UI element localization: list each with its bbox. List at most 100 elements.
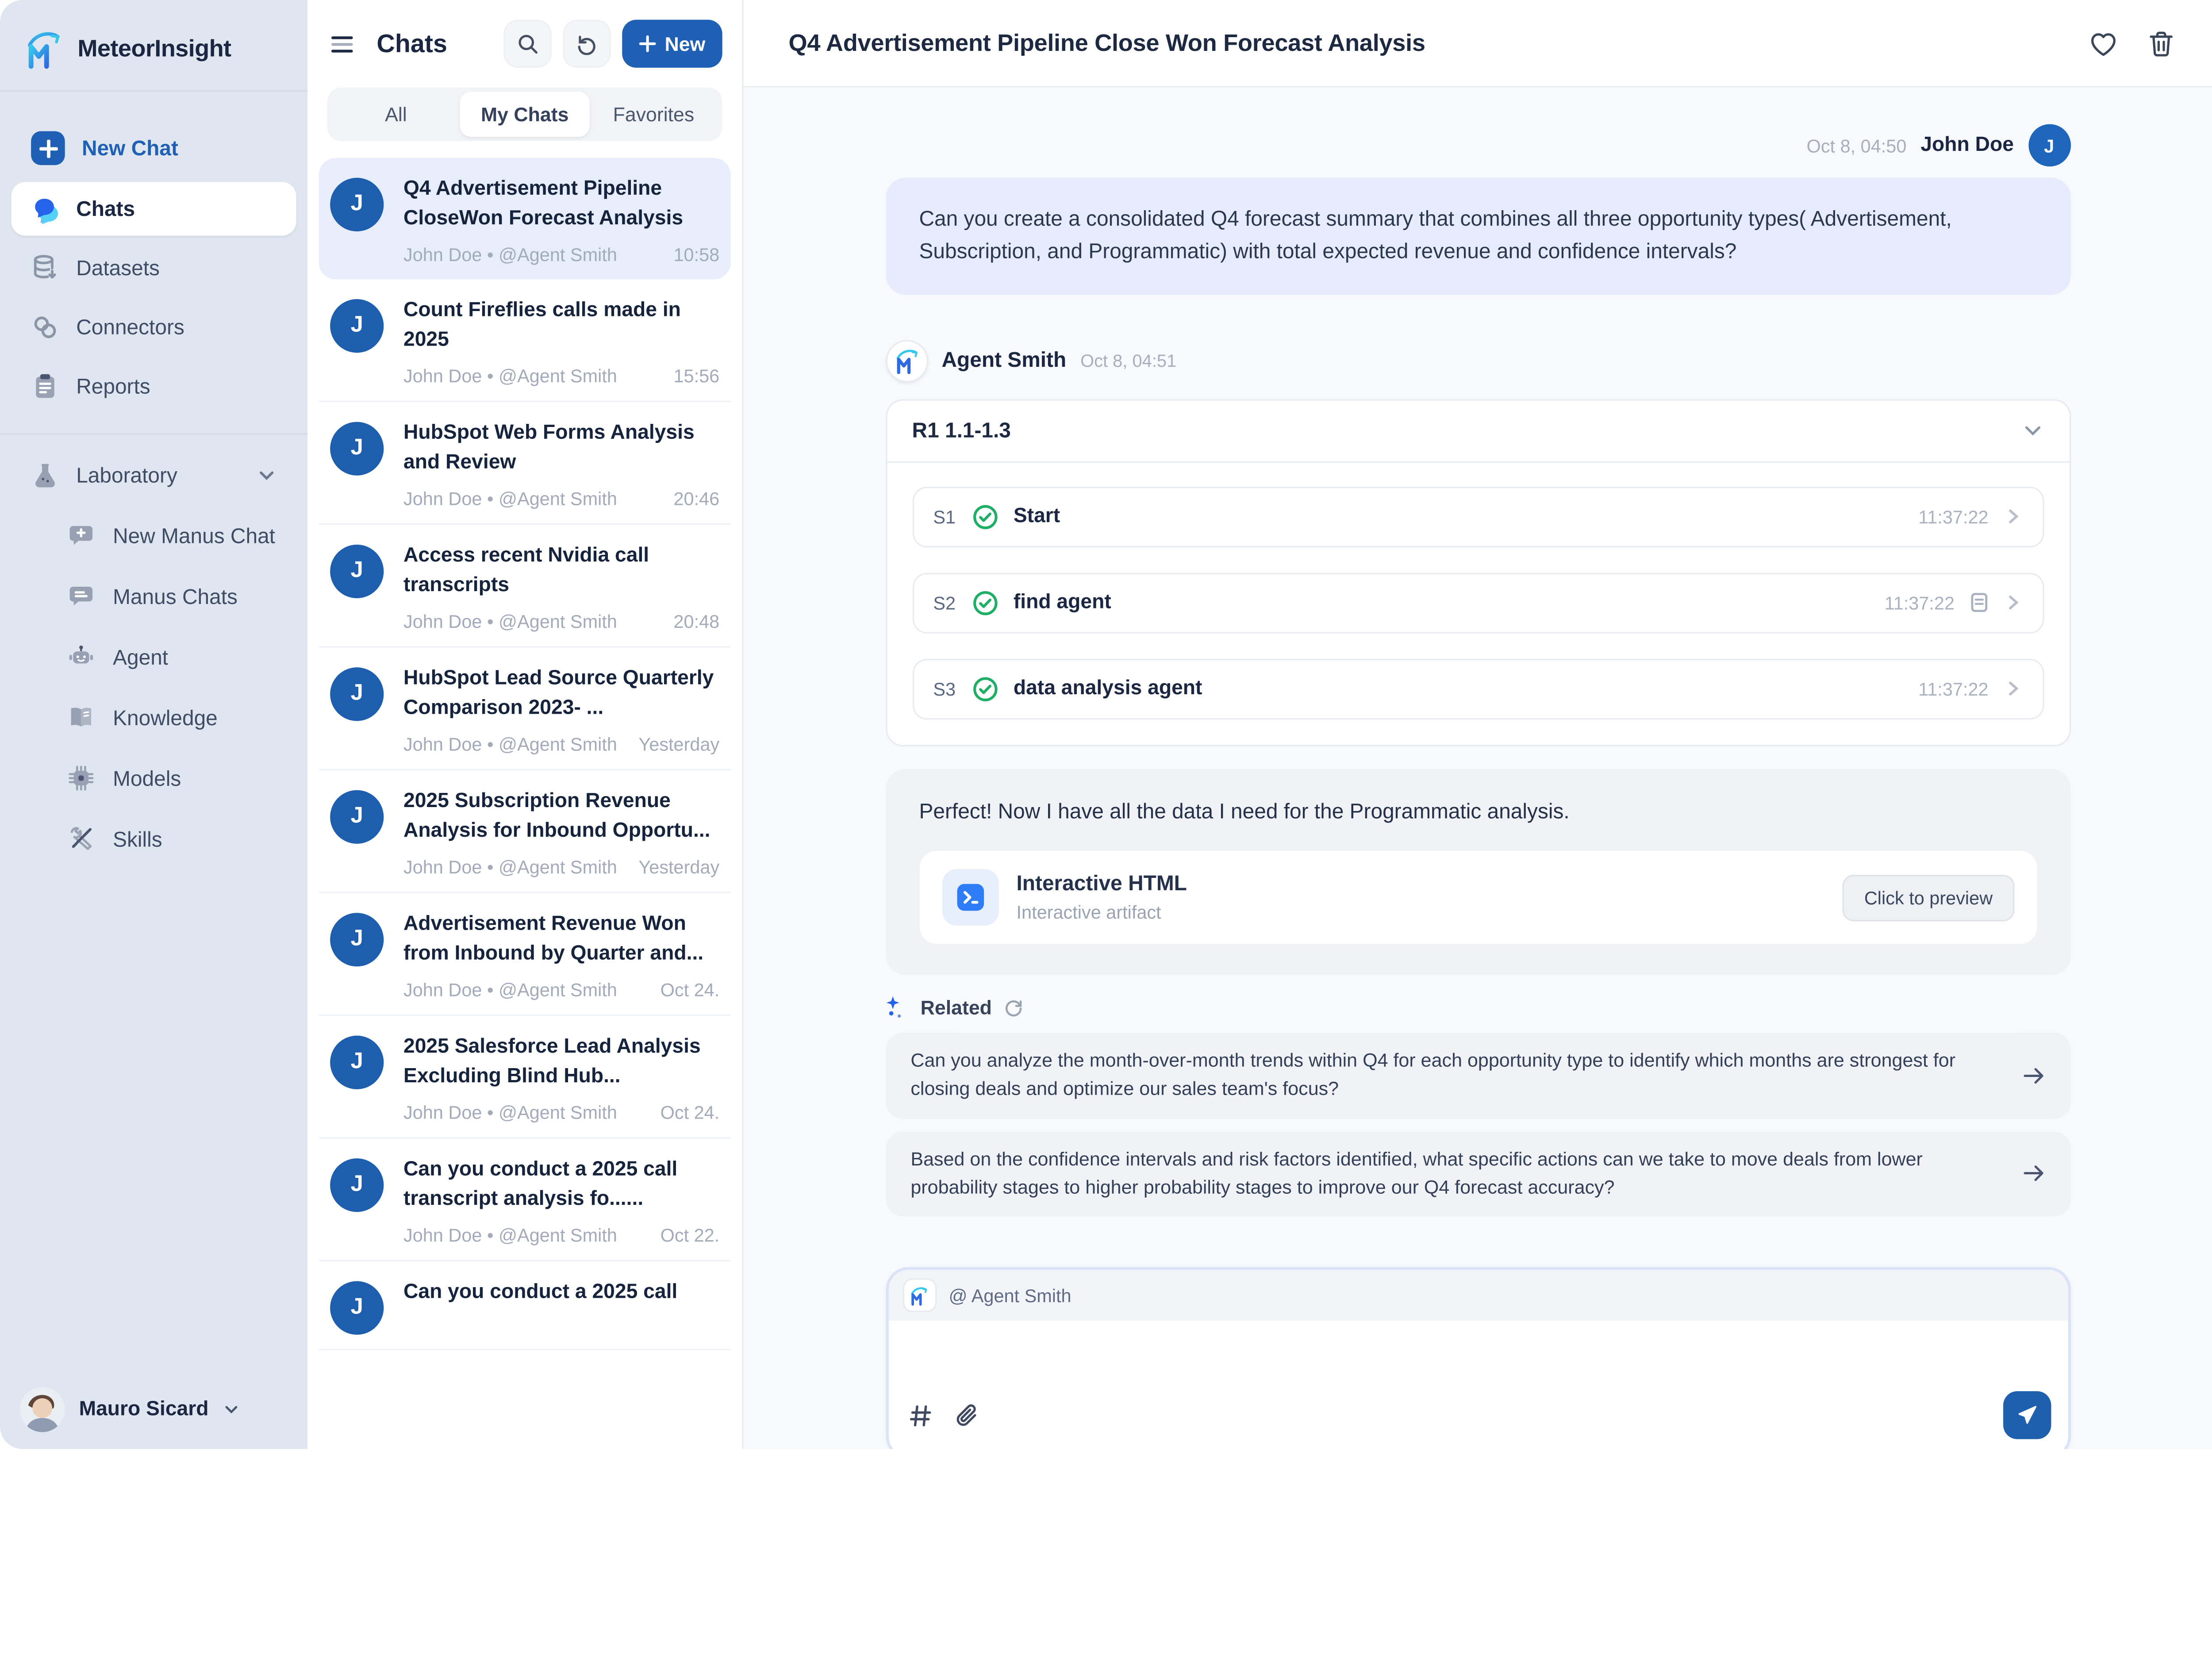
tools-icon xyxy=(68,825,96,854)
agent-message-text: Perfect! Now I have all the data I need … xyxy=(919,796,2036,828)
hash-button[interactable] xyxy=(908,1403,932,1427)
chat-participants: John Doe • @Agent Smith xyxy=(403,1225,649,1246)
message-timestamp: Oct 8, 04:50 xyxy=(1807,135,1907,156)
chat-list-item[interactable]: J 2025 Subscription Revenue Analysis for… xyxy=(319,771,731,894)
avatar: J xyxy=(330,545,384,598)
sidebar-item-reports[interactable]: Reports xyxy=(12,360,296,413)
favorite-button[interactable] xyxy=(2088,27,2119,58)
page-title: Q4 Advertisement Pipeline Close Won Fore… xyxy=(789,29,2060,57)
chat-list-item[interactable]: J Q4 Advertisement Pipeline CloseWon For… xyxy=(319,158,731,279)
chat-list-item[interactable]: J Can you conduct a 2025 call transcript… xyxy=(319,1139,731,1262)
search-button[interactable] xyxy=(504,20,552,68)
artifact-title: Interactive HTML xyxy=(1017,872,1187,896)
new-chat-button-panel[interactable]: New xyxy=(622,20,722,68)
tab[interactable]: My Chats xyxy=(461,92,589,137)
arrow-right-icon xyxy=(2021,1161,2045,1185)
chat-list-header: Chats New xyxy=(307,0,742,82)
run-steps: S1 Start 11:37:22 xyxy=(887,462,2069,744)
run-step-row[interactable]: S1 Start 11:37:22 xyxy=(912,486,2043,547)
chat-list-item[interactable]: J 2025 Salesforce Lead Analysis Excludin… xyxy=(319,1016,731,1139)
check-circle-icon xyxy=(972,503,999,530)
chat-title: Q4 Advertisement Pipeline CloseWon Forec… xyxy=(403,175,719,234)
chevron-right-icon xyxy=(2002,507,2022,527)
chat-participants: John Doe • @Agent Smith xyxy=(403,980,649,1001)
refresh-related-icon[interactable] xyxy=(1003,996,1024,1017)
tab[interactable]: Favorites xyxy=(589,92,718,137)
chat-list-item[interactable]: J Access recent Nvidia call transcripts … xyxy=(319,525,731,648)
avatar: J xyxy=(330,1036,384,1089)
meteorinsight-logo-icon xyxy=(902,1278,936,1312)
user-name: Mauro Sicard xyxy=(79,1398,209,1421)
sidebar-item-agent[interactable]: Agent xyxy=(12,631,296,684)
plus-icon xyxy=(639,35,656,52)
chat-time: Yesterday xyxy=(638,857,719,878)
agent-message-card: Perfect! Now I have all the data I need … xyxy=(885,768,2070,975)
sidebar-item-models[interactable]: Models xyxy=(12,752,296,806)
chat-list-item[interactable]: J HubSpot Lead Source Quarterly Comparis… xyxy=(319,648,731,771)
step-time: 11:37:22 xyxy=(1918,678,1988,699)
chat-list-item[interactable]: J HubSpot Web Forms Analysis and Review … xyxy=(319,402,731,525)
chat-list-item[interactable]: J Count Fireflies calls made in 2025 Joh… xyxy=(319,279,731,402)
sidebar-item-new-manus-chat[interactable]: New Manus Chat xyxy=(12,509,296,563)
sidebar-section-laboratory[interactable]: Laboratory xyxy=(12,449,296,502)
chat-list-item[interactable]: J Advertisement Revenue Won from Inbound… xyxy=(319,893,731,1016)
sidebar-item-connectors[interactable]: Connectors xyxy=(12,300,296,354)
attach-button[interactable] xyxy=(954,1403,978,1427)
flask-icon xyxy=(31,461,59,490)
suggestion-card[interactable]: Based on the confidence intervals and ri… xyxy=(885,1131,2070,1216)
run-step-row[interactable]: S2 find agent 11:37:22 xyxy=(912,572,2043,633)
chat-list-item[interactable]: J Can you conduct a 2025 call xyxy=(319,1262,731,1351)
sidebar-item-skills[interactable]: Skills xyxy=(12,813,296,866)
suggestion-card[interactable]: Can you analyze the month-over-month tre… xyxy=(885,1033,2070,1118)
artifact-subtitle: Interactive artifact xyxy=(1017,902,1187,923)
step-label: find agent xyxy=(1014,591,1870,614)
step-label: Start xyxy=(1014,505,1905,528)
sidebar-item-datasets[interactable]: Datasets xyxy=(12,241,296,295)
delete-button[interactable] xyxy=(2147,29,2175,57)
chat-time: Yesterday xyxy=(638,734,719,755)
composer: @ Agent Smith xyxy=(885,1267,2070,1449)
laboratory-nav: New Manus Chat Manus Chats Agent Knowled… xyxy=(0,509,307,866)
chat-title: Count Fireflies calls made in 2025 xyxy=(403,296,719,356)
avatar: J xyxy=(330,913,384,967)
chat-title: Advertisement Revenue Won from Inbound b… xyxy=(403,910,719,969)
search-icon xyxy=(517,32,539,55)
clipboard-icon xyxy=(31,373,59,401)
sidebar-item-knowledge[interactable]: Knowledge xyxy=(12,692,296,745)
chat-time: 15:56 xyxy=(673,365,719,387)
main-panel: Q4 Advertisement Pipeline Close Won Fore… xyxy=(743,0,2212,1449)
refresh-button[interactable] xyxy=(563,20,611,68)
agent-avatar xyxy=(885,339,928,382)
preview-button[interactable]: Click to preview xyxy=(1843,874,2014,920)
sidebar-item-manus-chats[interactable]: Manus Chats xyxy=(12,570,296,623)
message-input[interactable] xyxy=(888,1321,2067,1391)
avatar: J xyxy=(330,668,384,721)
paperclip-icon xyxy=(954,1403,978,1427)
related-sparkle-icon xyxy=(885,995,909,1019)
chevron-down-icon xyxy=(223,1401,239,1418)
chat-time: 20:46 xyxy=(673,488,719,510)
user-message-bubble: Can you create a consolidated Q4 forecas… xyxy=(885,178,2070,294)
step-id: S3 xyxy=(933,678,956,699)
chat-title: 2025 Subscription Revenue Analysis for I… xyxy=(403,788,719,847)
document-icon xyxy=(1969,592,1989,612)
heart-icon xyxy=(2088,27,2119,58)
sidebar-item-chats[interactable]: Chats xyxy=(12,182,296,235)
run-step-row[interactable]: S3 data analysis agent 11:37:22 xyxy=(912,658,2043,719)
chat-participants: John Doe • @Agent Smith xyxy=(403,244,662,265)
menu-icon[interactable] xyxy=(330,32,354,56)
chat-participants: John Doe • @Agent Smith xyxy=(403,734,627,755)
new-chat-button[interactable]: New Chat xyxy=(12,123,296,173)
user-menu[interactable]: Mauro Sicard xyxy=(20,1387,240,1432)
artifact-card[interactable]: Interactive HTML Interactive artifact Cl… xyxy=(919,851,2036,944)
run-header[interactable]: R1 1.1-1.3 xyxy=(887,400,2069,461)
avatar: J xyxy=(330,790,384,844)
hash-icon xyxy=(908,1403,932,1427)
send-button[interactable] xyxy=(2002,1391,2050,1439)
suggestion-text: Can you analyze the month-over-month tre… xyxy=(910,1047,1998,1104)
avatar: J xyxy=(2028,124,2070,167)
trash-icon xyxy=(2147,29,2175,57)
step-time: 11:37:22 xyxy=(1885,592,1955,613)
chat-list: J Q4 Advertisement Pipeline CloseWon For… xyxy=(307,155,742,1449)
tab[interactable]: All xyxy=(331,92,460,137)
